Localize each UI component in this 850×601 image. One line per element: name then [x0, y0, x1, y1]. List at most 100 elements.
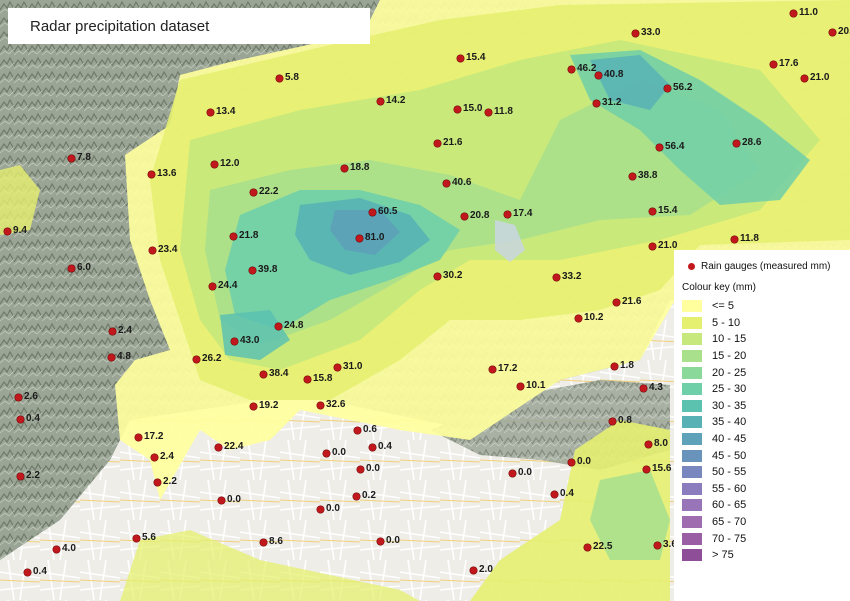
- rain-gauge-value: 24.8: [284, 320, 304, 331]
- rain-gauge-marker[interactable]: [583, 543, 591, 551]
- rain-gauge-marker[interactable]: [769, 60, 777, 68]
- rain-gauge-marker[interactable]: [508, 469, 516, 477]
- rain-gauge-value: 22.5: [593, 541, 613, 552]
- rain-gauge-marker[interactable]: [208, 282, 216, 290]
- rain-gauge-marker[interactable]: [16, 472, 24, 480]
- rain-gauge-value: 9.4: [13, 225, 27, 236]
- rain-gauge-marker[interactable]: [567, 65, 575, 73]
- rain-gauge-marker[interactable]: [355, 234, 363, 242]
- rain-gauge-marker[interactable]: [192, 355, 200, 363]
- rain-gauge-marker[interactable]: [663, 84, 671, 92]
- rain-gauge-marker[interactable]: [567, 458, 575, 466]
- rain-gauge-marker[interactable]: [275, 74, 283, 82]
- rain-gauge-value: 19.2: [259, 400, 279, 411]
- rain-gauge-marker[interactable]: [153, 478, 161, 486]
- rain-gauge-marker[interactable]: [14, 393, 22, 401]
- rain-gauge-marker[interactable]: [550, 490, 558, 498]
- rain-gauge-marker[interactable]: [214, 443, 222, 451]
- rain-gauge-marker[interactable]: [442, 179, 450, 187]
- rain-gauge-marker[interactable]: [376, 97, 384, 105]
- rain-gauge-marker[interactable]: [653, 541, 661, 549]
- rain-gauge-marker[interactable]: [453, 105, 461, 113]
- rain-gauge-marker[interactable]: [456, 54, 464, 62]
- rain-gauge-marker[interactable]: [316, 401, 324, 409]
- rain-gauge-marker[interactable]: [484, 108, 492, 116]
- rain-gauge-marker[interactable]: [52, 545, 60, 553]
- rain-gauge-marker[interactable]: [469, 566, 477, 574]
- rain-gauge-marker[interactable]: [352, 492, 360, 500]
- rain-gauge-marker[interactable]: [274, 322, 282, 330]
- rain-gauge-marker[interactable]: [639, 384, 647, 392]
- legend-colour-key-title: Colour key (mm): [682, 282, 756, 293]
- rain-gauge-marker[interactable]: [148, 246, 156, 254]
- rain-gauge-marker[interactable]: [353, 426, 361, 434]
- rain-gauge-marker[interactable]: [376, 537, 384, 545]
- rain-gauge-marker[interactable]: [303, 375, 311, 383]
- rain-gauge-marker[interactable]: [648, 207, 656, 215]
- rain-gauge-marker[interactable]: [594, 71, 602, 79]
- rain-gauge-value: 15.4: [658, 205, 678, 216]
- rain-gauge-marker[interactable]: [800, 74, 808, 82]
- rain-gauge-marker[interactable]: [229, 232, 237, 240]
- rain-gauge-marker[interactable]: [134, 433, 142, 441]
- rain-gauge-marker[interactable]: [608, 417, 616, 425]
- rain-gauge-marker[interactable]: [210, 160, 218, 168]
- rain-gauge-marker[interactable]: [628, 172, 636, 180]
- rain-gauge-marker[interactable]: [316, 505, 324, 513]
- rain-gauge-marker[interactable]: [610, 362, 618, 370]
- rain-gauge-marker[interactable]: [460, 212, 468, 220]
- rain-gauge-marker[interactable]: [259, 538, 267, 546]
- rain-gauge-marker[interactable]: [217, 496, 225, 504]
- rain-gauge-marker[interactable]: [67, 264, 75, 272]
- rain-gauge-marker[interactable]: [108, 327, 116, 335]
- rain-gauge-marker[interactable]: [206, 108, 214, 116]
- rain-gauge-marker[interactable]: [730, 235, 738, 243]
- rain-gauge-marker[interactable]: [150, 453, 158, 461]
- rain-gauge-marker[interactable]: [368, 208, 376, 216]
- rain-gauge-marker[interactable]: [67, 154, 75, 162]
- rain-gauge-marker[interactable]: [249, 188, 257, 196]
- rain-gauge-marker[interactable]: [516, 382, 524, 390]
- rain-gauge-marker[interactable]: [631, 29, 639, 37]
- rain-gauge-marker[interactable]: [433, 272, 441, 280]
- rain-gauge-marker[interactable]: [655, 143, 663, 151]
- rain-gauge-marker[interactable]: [340, 164, 348, 172]
- rain-gauge-marker[interactable]: [648, 242, 656, 250]
- rain-gauge-marker[interactable]: [16, 415, 24, 423]
- rain-gauge-marker[interactable]: [107, 353, 115, 361]
- rain-gauge-marker[interactable]: [574, 314, 582, 322]
- rain-gauge-marker[interactable]: [828, 28, 836, 36]
- legend-class-label: <= 5: [712, 300, 735, 313]
- rain-gauge-marker[interactable]: [248, 266, 256, 274]
- legend-class-swatch: [682, 449, 702, 462]
- rain-gauge-marker[interactable]: [789, 9, 797, 17]
- rain-gauge-value: 0.4: [560, 488, 574, 499]
- legend-class-label: 25 - 30: [712, 383, 747, 396]
- rain-gauge-marker[interactable]: [249, 402, 257, 410]
- rain-gauge-marker[interactable]: [433, 139, 441, 147]
- rain-gauge-value: 43.0: [240, 335, 260, 346]
- rain-gauge-marker[interactable]: [356, 465, 364, 473]
- rain-gauge-marker[interactable]: [132, 534, 140, 542]
- rain-gauge-marker[interactable]: [230, 337, 238, 345]
- rain-gauge-marker[interactable]: [592, 99, 600, 107]
- rain-gauge-marker[interactable]: [612, 298, 620, 306]
- legend-class-swatch: [682, 466, 702, 479]
- rain-gauge-marker[interactable]: [503, 210, 511, 218]
- rain-gauge-value: 21.6: [443, 137, 463, 148]
- rain-gauge-marker[interactable]: [488, 365, 496, 373]
- rain-gauge-value: 28.6: [742, 137, 762, 148]
- rain-gauge-marker[interactable]: [23, 568, 31, 576]
- rain-gauge-marker[interactable]: [3, 227, 11, 235]
- rain-gauge-marker[interactable]: [333, 363, 341, 371]
- rain-gauge-marker[interactable]: [147, 170, 155, 178]
- legend-class-row: 45 - 50: [682, 447, 844, 464]
- rain-gauge-marker[interactable]: [642, 465, 650, 473]
- rain-gauge-marker[interactable]: [259, 370, 267, 378]
- rain-gauge-marker[interactable]: [322, 449, 330, 457]
- rain-gauge-value: 12.0: [220, 158, 240, 169]
- rain-gauge-marker[interactable]: [368, 443, 376, 451]
- rain-gauge-marker[interactable]: [552, 273, 560, 281]
- rain-gauge-marker[interactable]: [732, 139, 740, 147]
- rain-gauge-marker[interactable]: [644, 440, 652, 448]
